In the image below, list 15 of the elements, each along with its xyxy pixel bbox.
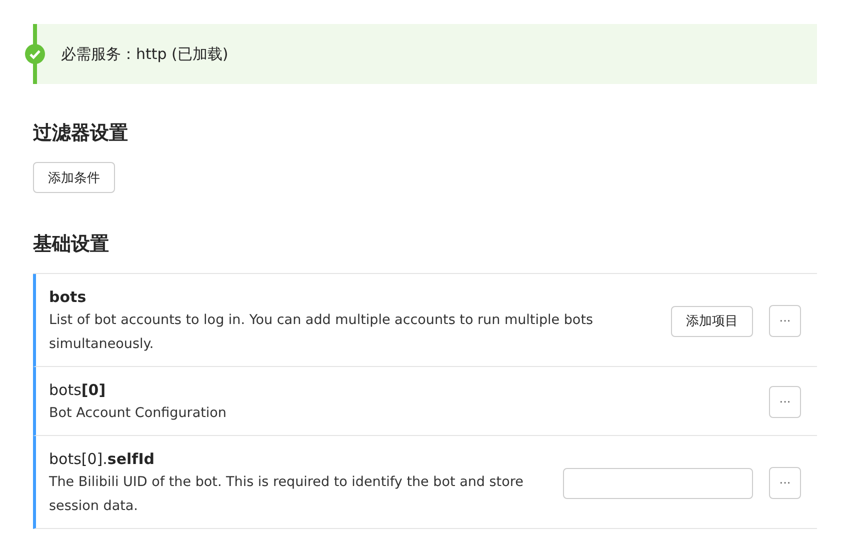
setting-description: Bot Account Configuration — [49, 404, 228, 423]
setting-title: bots[0].selfId — [49, 449, 156, 470]
add-condition-button[interactable]: 添加条件 — [33, 162, 115, 193]
input-field[interactable] — [563, 468, 753, 498]
add-item-button[interactable]: 添加项目 — [671, 306, 753, 336]
setting-title: bots[0] — [49, 380, 107, 401]
section-title: 过滤器设置 — [33, 121, 129, 146]
banner-text: 必需服务：http (已加载) — [61, 44, 228, 64]
setting-description: List of bot accounts to log in. You can add multiple accounts to run multiple bots simultaneously. — [49, 311, 594, 354]
setting-title: bots — [49, 287, 88, 308]
setting-description: The Bilibili UID of the bot. This is required to identify the bot and store session data. — [49, 473, 524, 516]
more-button[interactable]: ··· — [769, 386, 801, 418]
more-button[interactable]: ··· — [769, 467, 801, 499]
section-title: 基础设置 — [33, 232, 110, 257]
more-button[interactable]: ··· — [769, 305, 801, 337]
